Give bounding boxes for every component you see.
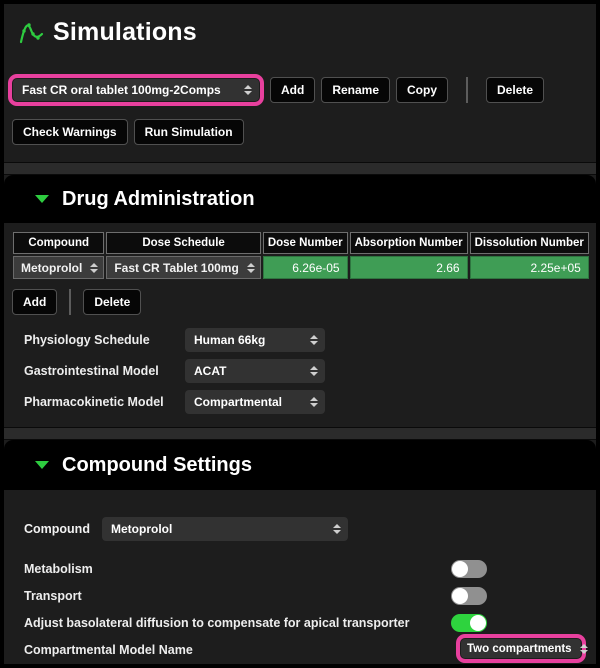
up-down-spinner-icon xyxy=(90,263,98,273)
app-window: Simulations Fast CR oral tablet 100mg-2C… xyxy=(0,0,600,668)
drug-administration-title: Drug Administration xyxy=(62,188,255,211)
dissolution-number-cell: 2.25e+05 xyxy=(470,256,589,279)
basolateral-diffusion-label: Adjust basolateral diffusion to compensa… xyxy=(24,616,410,630)
metabolism-toggle[interactable] xyxy=(451,560,487,578)
metabolism-row: Metabolism xyxy=(4,555,596,582)
gastrointestinal-model-row: Gastrointestinal Model ACAT xyxy=(24,359,596,383)
dose-table-header-row: Compound Dose Schedule Dose Number Absor… xyxy=(13,232,589,254)
page-title: Simulations xyxy=(53,18,197,47)
caret-down-icon xyxy=(35,461,49,469)
up-down-spinner-icon xyxy=(247,263,255,273)
basolateral-diffusion-toggle[interactable] xyxy=(451,614,487,632)
compartmental-model-name-label: Compartmental Model Name xyxy=(24,643,193,657)
pharmacokinetic-model-value: Compartmental xyxy=(194,395,282,409)
compartmental-model-value: Two compartments xyxy=(467,643,572,655)
run-toolbar-row: Check Warnings Run Simulation xyxy=(12,119,596,145)
compound-select[interactable]: Metoprolol xyxy=(102,517,348,541)
dose-table: Compound Dose Schedule Dose Number Absor… xyxy=(11,230,591,281)
toggle-knob xyxy=(452,588,468,604)
caret-down-icon xyxy=(35,195,49,203)
compound-cell-select[interactable]: Metoprolol xyxy=(13,256,104,279)
simulations-page: Simulations Fast CR oral tablet 100mg-2C… xyxy=(4,4,596,664)
section-separator xyxy=(4,162,596,175)
compound-settings-header[interactable]: Compound Settings xyxy=(4,440,596,490)
col-header-dose-number: Dose Number xyxy=(263,232,348,254)
dose-buttons-divider xyxy=(69,289,71,315)
titlebar: Simulations xyxy=(4,4,596,60)
up-down-spinner-icon xyxy=(244,85,252,95)
dose-table-row: Metoprolol Fast CR Tablet 100mg 6.26e-05… xyxy=(13,256,589,279)
dose-table-buttons: Add Delete xyxy=(12,289,596,315)
section-separator xyxy=(4,427,596,440)
copy-simulation-button[interactable]: Copy xyxy=(396,77,448,103)
toolbar-divider xyxy=(466,77,468,103)
toggle-knob xyxy=(452,561,468,577)
toolbar: Fast CR oral tablet 100mg-2Comps Add Ren… xyxy=(4,60,596,162)
compartmental-model-select[interactable]: Two compartments xyxy=(461,639,581,658)
pharmacokinetic-model-label: Pharmacokinetic Model xyxy=(24,395,185,409)
delete-dose-button[interactable]: Delete xyxy=(83,289,141,315)
transport-label: Transport xyxy=(24,589,82,603)
basolateral-diffusion-row: Adjust basolateral diffusion to compensa… xyxy=(4,609,596,636)
simulation-toolbar-row: Fast CR oral tablet 100mg-2Comps Add Ren… xyxy=(8,74,596,106)
compound-settings-body: Compound Metoprolol Metabolism Transport… xyxy=(4,490,596,664)
physiology-schedule-label: Physiology Schedule xyxy=(24,333,185,347)
compound-settings-title: Compound Settings xyxy=(62,454,252,477)
drug-administration-header[interactable]: Drug Administration xyxy=(4,175,596,223)
compound-cell-value: Metoprolol xyxy=(21,261,82,275)
add-simulation-button[interactable]: Add xyxy=(270,77,315,103)
compound-row: Compound Metoprolol xyxy=(24,516,596,542)
compartmental-model-name-row: Compartmental Model Name Two compartment… xyxy=(4,636,596,663)
simulation-select[interactable]: Fast CR oral tablet 100mg-2Comps xyxy=(13,79,259,101)
highlight-annotation-simulation-select: Fast CR oral tablet 100mg-2Comps xyxy=(8,74,264,106)
physiology-schedule-select[interactable]: Human 66kg xyxy=(185,328,325,352)
gastrointestinal-model-label: Gastrointestinal Model xyxy=(24,364,185,378)
model-field-rows: Physiology Schedule Human 66kg Gastroint… xyxy=(24,328,596,414)
col-header-absorption-number: Absorption Number xyxy=(350,232,468,254)
up-down-spinner-icon xyxy=(580,644,588,654)
col-header-dissolution-number: Dissolution Number xyxy=(470,232,589,254)
transport-toggle[interactable] xyxy=(451,587,487,605)
up-down-spinner-icon xyxy=(310,366,318,376)
toggle-knob xyxy=(470,615,486,631)
drug-administration-body: Compound Dose Schedule Dose Number Absor… xyxy=(4,223,596,427)
rename-simulation-button[interactable]: Rename xyxy=(321,77,390,103)
up-down-spinner-icon xyxy=(310,397,318,407)
absorption-number-cell: 2.66 xyxy=(350,256,468,279)
col-header-dose-schedule: Dose Schedule xyxy=(106,232,260,254)
simulation-select-value: Fast CR oral tablet 100mg-2Comps xyxy=(22,83,221,97)
run-simulation-button[interactable]: Run Simulation xyxy=(134,119,244,145)
toggle-rows: Metabolism Transport Adjust basolateral … xyxy=(4,555,596,636)
up-down-spinner-icon xyxy=(333,524,341,534)
up-down-spinner-icon xyxy=(310,335,318,345)
add-dose-button[interactable]: Add xyxy=(12,289,57,315)
dose-number-cell: 6.26e-05 xyxy=(263,256,348,279)
highlight-annotation-model-select: Two compartments xyxy=(456,634,586,663)
col-header-compound: Compound xyxy=(13,232,104,254)
check-warnings-button[interactable]: Check Warnings xyxy=(12,119,128,145)
transport-row: Transport xyxy=(4,582,596,609)
delete-simulation-button[interactable]: Delete xyxy=(486,77,544,103)
pharmacokinetic-model-row: Pharmacokinetic Model Compartmental xyxy=(24,390,596,414)
metabolism-label: Metabolism xyxy=(24,562,93,576)
gastrointestinal-model-select[interactable]: ACAT xyxy=(185,359,325,383)
pk-curve-icon xyxy=(18,19,44,45)
physiology-schedule-value: Human 66kg xyxy=(194,333,265,347)
dose-schedule-cell-value: Fast CR Tablet 100mg xyxy=(114,261,238,275)
compound-label: Compound xyxy=(24,522,102,536)
dose-schedule-cell-select[interactable]: Fast CR Tablet 100mg xyxy=(106,256,260,279)
physiology-schedule-row: Physiology Schedule Human 66kg xyxy=(24,328,596,352)
compound-select-value: Metoprolol xyxy=(111,522,172,536)
pharmacokinetic-model-select[interactable]: Compartmental xyxy=(185,390,325,414)
gastrointestinal-model-value: ACAT xyxy=(194,364,226,378)
